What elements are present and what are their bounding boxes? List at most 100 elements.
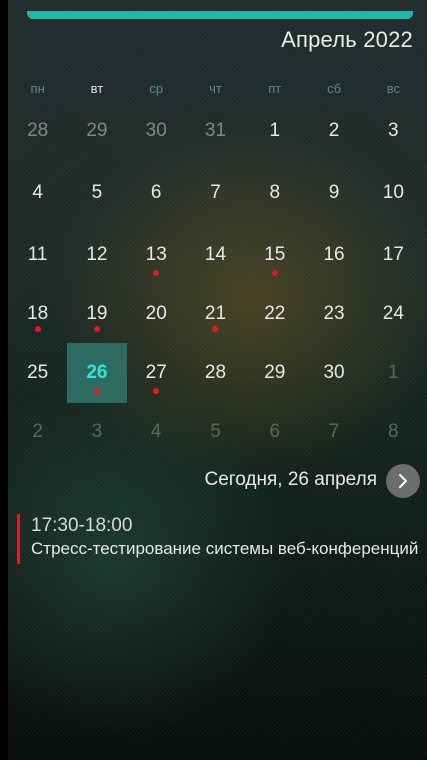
- weekday-header: пн вт ср чт пт сб вс: [8, 78, 423, 100]
- event-dot: [212, 326, 219, 332]
- day-number: 8: [269, 182, 281, 203]
- day-number: 19: [86, 303, 108, 324]
- event-dot: [34, 326, 41, 332]
- day-number: 11: [27, 244, 48, 265]
- day-cell[interactable]: 21: [186, 286, 245, 342]
- day-number: 30: [145, 120, 167, 141]
- day-number: 14: [204, 244, 227, 265]
- day-number: 18: [27, 303, 49, 324]
- weekday-label: вт: [90, 81, 104, 96]
- day-cell[interactable]: 2: [304, 100, 363, 162]
- weekday-label: вс: [386, 81, 400, 96]
- day-cell[interactable]: 6: [245, 404, 304, 460]
- day-cell[interactable]: 30: [127, 100, 186, 162]
- day-cell[interactable]: 29: [67, 100, 126, 162]
- event-dot: [271, 270, 278, 276]
- day-cell[interactable]: 27: [127, 342, 186, 404]
- day-cell[interactable]: 5: [67, 162, 126, 224]
- day-cell[interactable]: 28: [8, 100, 67, 162]
- day-number: 27: [145, 362, 167, 383]
- day-cell[interactable]: 14: [186, 224, 245, 286]
- day-number: 23: [323, 303, 345, 324]
- chevron-right-icon: [399, 474, 407, 488]
- today-label[interactable]: Сегодня, 26 апреля: [204, 469, 377, 491]
- day-cell[interactable]: 22: [245, 286, 304, 342]
- day-cell[interactable]: 3: [67, 404, 126, 460]
- week-row: 2 3 4 5 6 7 8: [8, 404, 423, 460]
- day-cell[interactable]: 31: [186, 100, 245, 162]
- day-number: 21: [204, 303, 227, 324]
- day-cell[interactable]: 2: [8, 404, 67, 460]
- day-cell[interactable]: 30: [304, 342, 363, 404]
- day-number: 9: [328, 182, 340, 203]
- weekday-label: ср: [149, 81, 164, 96]
- day-number: 3: [388, 120, 399, 141]
- day-cell[interactable]: 29: [245, 342, 304, 404]
- event-dot: [93, 388, 100, 394]
- weekday-label: сб: [327, 81, 342, 96]
- day-number: 15: [264, 244, 286, 265]
- day-number: 29: [264, 362, 286, 383]
- next-day-button[interactable]: [386, 464, 420, 498]
- day-number: 12: [86, 244, 108, 265]
- day-cell[interactable]: 1: [364, 342, 423, 404]
- week-row: 11 12 13 14 15 16 17: [8, 224, 423, 286]
- day-cell[interactable]: 20: [127, 286, 186, 342]
- day-cell[interactable]: 7: [186, 162, 245, 224]
- event-item[interactable]: 17:30-18:00 Стресс-тестирование системы …: [17, 514, 423, 564]
- week-row: 28 29 30 31 1 2 3: [8, 100, 423, 162]
- day-number: 6: [150, 182, 162, 203]
- week-row: 4 5 6 7 8 9 10: [8, 162, 423, 224]
- day-cell[interactable]: 5: [186, 404, 245, 460]
- day-cell[interactable]: 13: [127, 224, 186, 286]
- day-number: 1: [388, 362, 399, 383]
- day-number: 7: [210, 182, 221, 203]
- day-cell[interactable]: 1: [245, 100, 304, 162]
- day-cell-today[interactable]: 26: [66, 342, 127, 404]
- day-cell[interactable]: 11: [8, 224, 67, 286]
- day-number: 26: [86, 362, 108, 383]
- day-number: 20: [145, 303, 167, 324]
- day-cell[interactable]: 12: [67, 224, 126, 286]
- day-number: 3: [91, 421, 103, 442]
- day-number: 7: [328, 421, 340, 442]
- day-cell[interactable]: 3: [364, 100, 423, 162]
- day-cell[interactable]: 10: [364, 162, 423, 224]
- day-cell[interactable]: 9: [304, 162, 363, 224]
- month-title[interactable]: Апрель 2022: [281, 27, 413, 53]
- day-cell[interactable]: 15: [245, 224, 304, 286]
- day-cell[interactable]: 28: [186, 342, 245, 404]
- day-number: 31: [204, 120, 227, 141]
- today-row: Сегодня, 26 апреля: [8, 464, 423, 498]
- weekday-label: пн: [30, 81, 45, 96]
- day-number: 2: [32, 421, 43, 442]
- day-number: 8: [388, 421, 399, 442]
- day-number: 24: [382, 303, 404, 324]
- day-number: 5: [91, 182, 103, 203]
- day-cell[interactable]: 23: [304, 286, 363, 342]
- day-number: 25: [27, 362, 49, 383]
- day-cell[interactable]: 4: [127, 404, 186, 460]
- weekday-label: пт: [268, 81, 282, 96]
- day-cell[interactable]: 18: [8, 286, 67, 342]
- day-number: 10: [382, 182, 404, 203]
- week-row: 18 19 20 21 22 23 24: [8, 286, 423, 342]
- top-accent-bar: [27, 11, 413, 19]
- day-number: 4: [32, 182, 43, 203]
- day-cell[interactable]: 24: [364, 286, 423, 342]
- screen-edge: [0, 0, 8, 760]
- week-row: 25 26 27 28 29 30 1: [8, 342, 423, 404]
- day-cell[interactable]: 7: [304, 404, 363, 460]
- day-cell[interactable]: 25: [8, 342, 67, 404]
- day-cell[interactable]: 19: [67, 286, 126, 342]
- day-number: 28: [204, 362, 227, 383]
- event-dot: [153, 388, 160, 394]
- day-cell[interactable]: 6: [127, 162, 186, 224]
- day-cell[interactable]: 4: [8, 162, 67, 224]
- day-number: 13: [145, 244, 167, 265]
- day-cell[interactable]: 16: [304, 224, 363, 286]
- day-cell[interactable]: 8: [245, 162, 304, 224]
- day-cell[interactable]: 17: [364, 224, 423, 286]
- day-cell[interactable]: 8: [364, 404, 423, 460]
- day-number: 5: [210, 421, 221, 442]
